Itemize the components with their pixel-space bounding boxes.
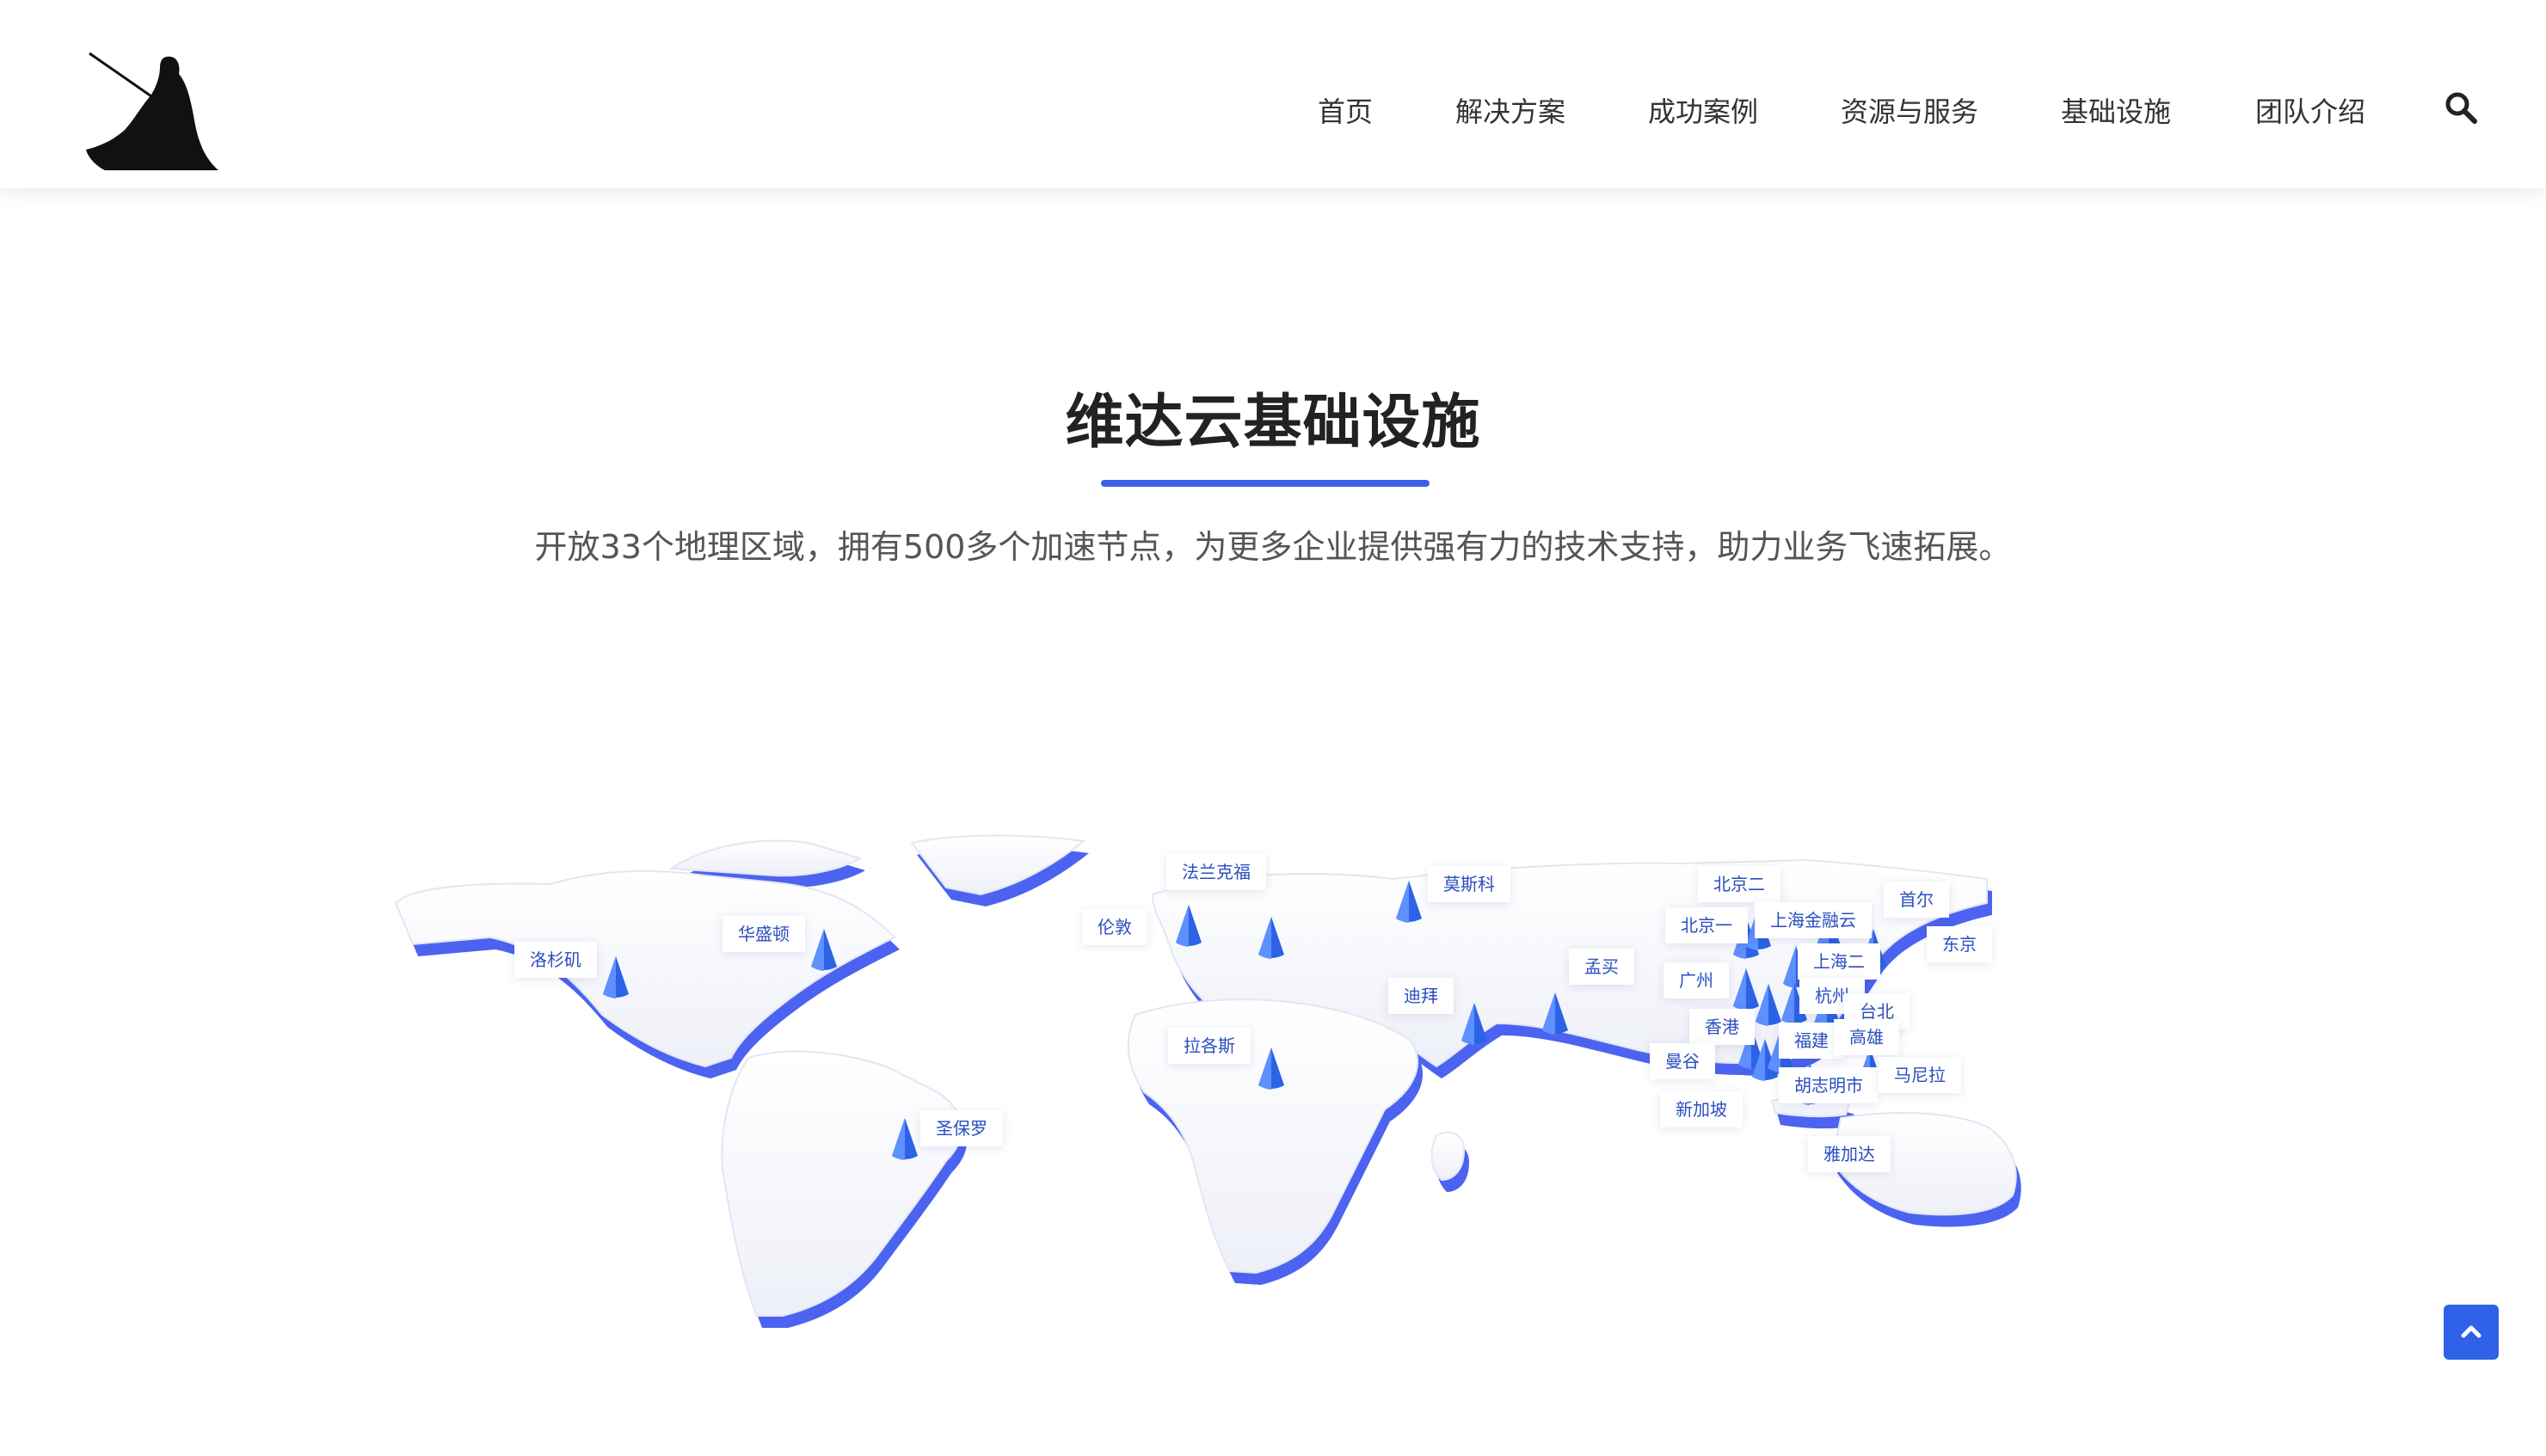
location-pin-icon <box>603 956 629 998</box>
location-pin-icon <box>1258 1047 1284 1090</box>
city-label-manila: 马尼拉 <box>1879 1057 1961 1093</box>
city-label-tokyo: 东京 <box>1927 926 1992 962</box>
location-pin-icon <box>811 929 837 971</box>
back-to-top-button[interactable] <box>2444 1305 2499 1360</box>
location-pin-icon <box>1756 984 1781 1026</box>
chevron-up-icon <box>2461 1325 2481 1338</box>
city-label-jakarta: 雅加达 <box>1808 1136 1891 1172</box>
main-nav: 首页 解决方案 成功案例 资源与服务 基础设施 团队介绍 <box>0 89 2546 141</box>
city-label-sao-paulo: 圣保罗 <box>920 1110 1003 1146</box>
city-label-ho-chi-minh: 胡志明市 <box>1779 1067 1879 1103</box>
location-pin-icon <box>892 1118 918 1160</box>
city-label-mumbai: 孟买 <box>1569 949 1634 985</box>
city-label-dubai: 迪拜 <box>1388 978 1454 1014</box>
search-icon[interactable] <box>2443 89 2479 126</box>
location-pin-icon <box>1258 917 1284 959</box>
city-label-washington: 华盛顿 <box>723 916 805 952</box>
nav-item-infrastructure[interactable]: 基础设施 <box>2061 89 2171 134</box>
world-map: 洛杉矶 华盛顿 圣保罗 法兰克福 伦敦 拉各斯 莫斯科 迪拜 孟买 北京二 北京… <box>378 808 2116 1342</box>
city-label-seoul: 首尔 <box>1884 882 1949 918</box>
city-label-kaohsiung: 高雄 <box>1834 1019 1899 1055</box>
section-subtitle: 开放33个地理区域，拥有500多个加速节点，为更多企业提供强有力的技术支持，助力… <box>534 528 2012 566</box>
location-pin-icon <box>1176 905 1202 947</box>
city-label-bangkok: 曼谷 <box>1650 1043 1715 1079</box>
city-label-moscow: 莫斯科 <box>1428 866 1510 902</box>
location-pin-icon <box>1396 881 1422 923</box>
city-label-london: 伦敦 <box>1082 909 1147 945</box>
city-label-beijing-2: 北京二 <box>1698 866 1780 902</box>
nav-item-solutions[interactable]: 解决方案 <box>1455 89 1565 134</box>
nav-item-home[interactable]: 首页 <box>1318 89 1373 134</box>
location-pin-icon <box>1461 1003 1487 1045</box>
location-pin-icon <box>1542 992 1568 1035</box>
city-label-shanghai-2: 上海二 <box>1798 943 1880 980</box>
title-underline <box>1101 480 1430 487</box>
nav-item-team[interactable]: 团队介绍 <box>2255 89 2365 134</box>
city-label-shanghai-finance-cloud: 上海金融云 <box>1755 902 1872 938</box>
city-label-lagos: 拉各斯 <box>1168 1028 1251 1064</box>
nav-item-resources[interactable]: 资源与服务 <box>1841 89 1978 134</box>
nav-item-cases[interactable]: 成功案例 <box>1648 89 1758 134</box>
city-label-frankfurt: 法兰克福 <box>1166 854 1266 890</box>
city-label-hong-kong: 香港 <box>1689 1009 1755 1045</box>
city-label-beijing-1: 北京一 <box>1665 907 1748 943</box>
city-label-los-angeles: 洛杉矶 <box>514 942 597 978</box>
city-label-singapore: 新加坡 <box>1660 1091 1743 1127</box>
city-label-guangzhou: 广州 <box>1664 962 1729 998</box>
section-title: 维达云基础设施 <box>1065 389 1481 457</box>
site-header: 首页 解决方案 成功案例 资源与服务 基础设施 团队介绍 <box>0 0 2546 188</box>
